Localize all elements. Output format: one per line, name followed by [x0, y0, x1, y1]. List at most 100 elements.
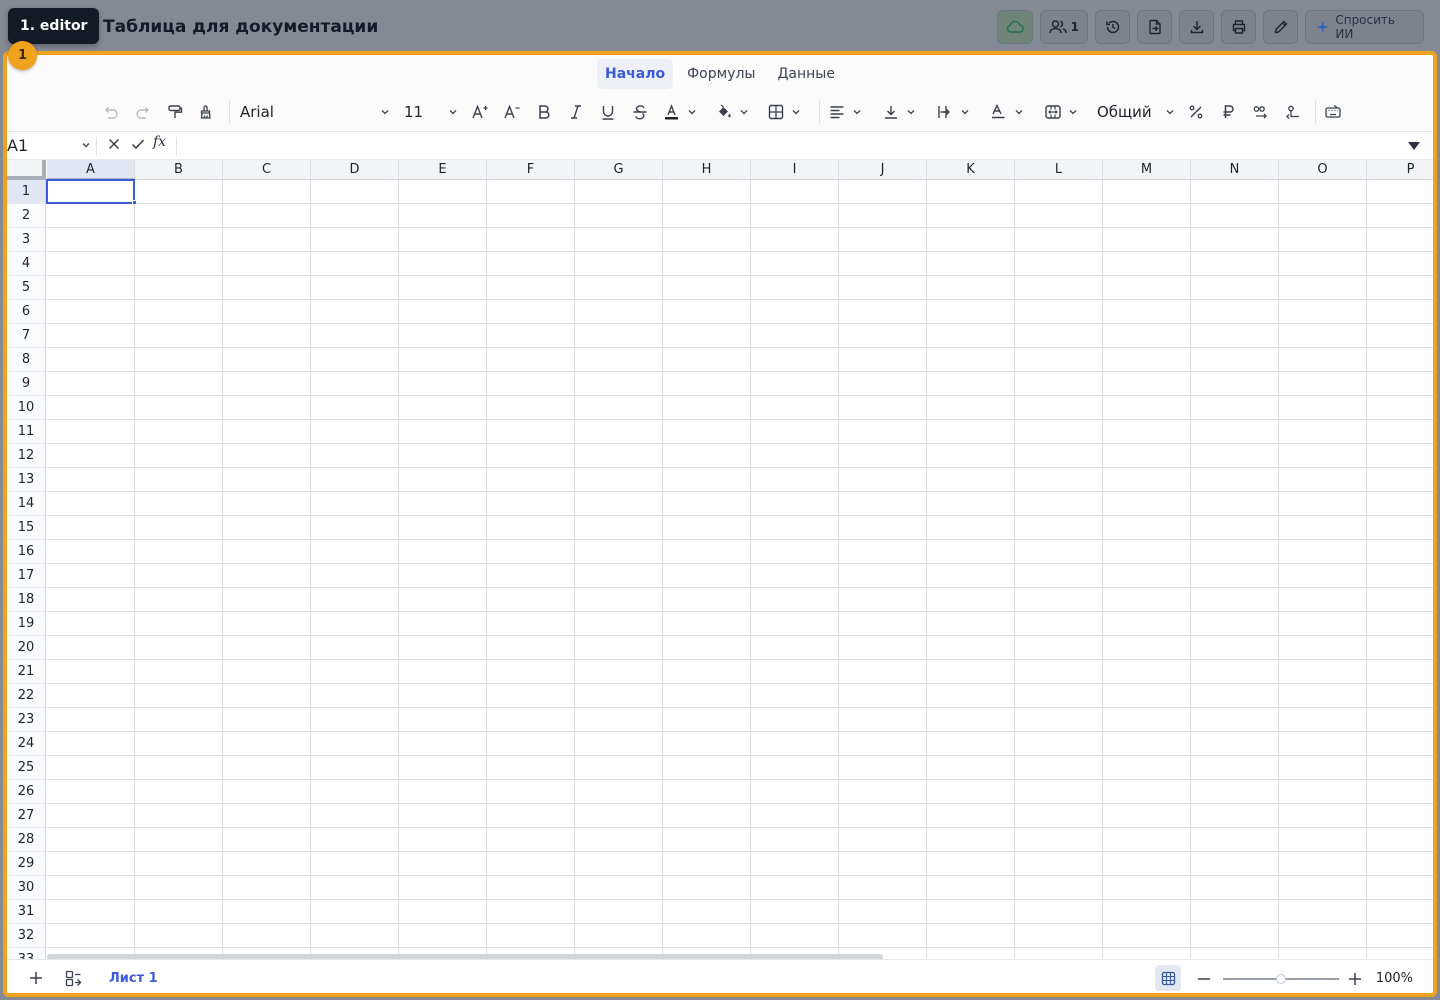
- column-header[interactable]: G: [575, 160, 663, 180]
- row-header[interactable]: 11: [7, 420, 46, 444]
- row-header[interactable]: 17: [7, 564, 46, 588]
- export-button[interactable]: [1137, 10, 1172, 44]
- keyboard-shortcuts-button[interactable]: [1324, 100, 1342, 124]
- function-icon[interactable]: fx: [153, 134, 166, 150]
- font-size-select[interactable]: 11: [404, 100, 458, 124]
- zoom-slider-thumb[interactable]: [1276, 974, 1286, 984]
- increase-decimal-button[interactable]: [1252, 100, 1270, 124]
- row-header[interactable]: 29: [7, 852, 46, 876]
- zoom-in-icon[interactable]: [1348, 972, 1362, 986]
- tab-data[interactable]: Данные: [769, 59, 843, 89]
- row-header[interactable]: 5: [7, 276, 46, 300]
- cell-area[interactable]: [47, 180, 1433, 959]
- confirm-formula-icon[interactable]: [131, 137, 145, 151]
- column-header[interactable]: O: [1279, 160, 1367, 180]
- print-button[interactable]: [1221, 10, 1256, 44]
- horizontal-align-button[interactable]: [828, 100, 862, 124]
- text-rotation-button[interactable]: [990, 100, 1024, 124]
- download-button[interactable]: [1179, 10, 1214, 44]
- ask-ai-button[interactable]: Спросить ИИ: [1305, 10, 1424, 44]
- column-header[interactable]: H: [663, 160, 751, 180]
- row-header[interactable]: 22: [7, 684, 46, 708]
- row-header[interactable]: 8: [7, 348, 46, 372]
- number-format-select[interactable]: Общий: [1097, 100, 1175, 124]
- row-header[interactable]: 10: [7, 396, 46, 420]
- row-header[interactable]: 18: [7, 588, 46, 612]
- row-header[interactable]: 31: [7, 900, 46, 924]
- redo-button[interactable]: [134, 100, 152, 124]
- row-header[interactable]: 30: [7, 876, 46, 900]
- paint-format-button[interactable]: [166, 100, 184, 124]
- clear-format-button[interactable]: [198, 100, 216, 124]
- row-header[interactable]: 4: [7, 252, 46, 276]
- chevron-down-icon[interactable]: [81, 141, 91, 149]
- row-header[interactable]: 13: [7, 468, 46, 492]
- column-header[interactable]: E: [399, 160, 487, 180]
- row-header[interactable]: 23: [7, 708, 46, 732]
- zoom-out-icon[interactable]: [1197, 972, 1211, 986]
- strikethrough-button[interactable]: [631, 100, 649, 124]
- row-header[interactable]: 9: [7, 372, 46, 396]
- cancel-formula-icon[interactable]: [107, 137, 121, 151]
- row-header[interactable]: 19: [7, 612, 46, 636]
- text-wrap-button[interactable]: [936, 100, 970, 124]
- select-all-corner[interactable]: [7, 160, 46, 180]
- sheet-list-icon[interactable]: [65, 970, 82, 987]
- expand-formula-icon[interactable]: [1407, 141, 1421, 151]
- row-header[interactable]: 25: [7, 756, 46, 780]
- column-header[interactable]: M: [1103, 160, 1191, 180]
- bold-button[interactable]: [535, 100, 553, 124]
- borders-button[interactable]: [767, 100, 801, 124]
- column-header[interactable]: C: [223, 160, 311, 180]
- grid-view-button[interactable]: [1155, 965, 1181, 991]
- column-header[interactable]: L: [1015, 160, 1103, 180]
- cloud-sync-button[interactable]: [996, 10, 1033, 44]
- column-header[interactable]: D: [311, 160, 399, 180]
- font-family-select[interactable]: Arial: [240, 100, 390, 124]
- row-header[interactable]: 6: [7, 300, 46, 324]
- column-header[interactable]: N: [1191, 160, 1279, 180]
- row-header[interactable]: 7: [7, 324, 46, 348]
- fill-color-button[interactable]: [715, 100, 749, 124]
- row-header[interactable]: 16: [7, 540, 46, 564]
- decrease-font-button[interactable]: [503, 100, 521, 124]
- formula-input[interactable]: [183, 137, 1383, 155]
- text-color-button[interactable]: [663, 100, 697, 124]
- document-title[interactable]: Таблица для документации: [103, 14, 378, 40]
- undo-button[interactable]: [102, 100, 120, 124]
- column-header[interactable]: K: [927, 160, 1015, 180]
- spreadsheet-grid[interactable]: A B C D E F G H I J K L M N O P 1 2 3 4 5 6 7 8 9 10 11 12 13 14 15 16 1…: [7, 160, 1433, 959]
- row-header[interactable]: 32: [7, 924, 46, 948]
- edit-button[interactable]: [1263, 10, 1298, 44]
- row-header[interactable]: 33: [7, 948, 46, 959]
- row-header[interactable]: 21: [7, 660, 46, 684]
- add-sheet-icon[interactable]: [29, 971, 43, 985]
- row-header[interactable]: 20: [7, 636, 46, 660]
- column-header[interactable]: J: [839, 160, 927, 180]
- row-header[interactable]: 14: [7, 492, 46, 516]
- row-header[interactable]: 27: [7, 804, 46, 828]
- vertical-align-button[interactable]: [882, 100, 916, 124]
- row-header[interactable]: 12: [7, 444, 46, 468]
- italic-button[interactable]: [567, 100, 585, 124]
- column-header[interactable]: P: [1367, 160, 1433, 180]
- tab-home[interactable]: Начало: [597, 58, 674, 89]
- row-header[interactable]: 3: [7, 228, 46, 252]
- column-header[interactable]: A: [47, 160, 135, 180]
- increase-font-button[interactable]: [471, 100, 489, 124]
- row-header[interactable]: 2: [7, 204, 46, 228]
- sheet-tab[interactable]: Лист 1: [99, 965, 168, 993]
- tab-formulas[interactable]: Формулы: [679, 59, 763, 89]
- row-header[interactable]: 28: [7, 828, 46, 852]
- fill-handle[interactable]: [132, 200, 137, 205]
- active-cell-a1[interactable]: [46, 179, 135, 204]
- row-header[interactable]: 26: [7, 780, 46, 804]
- underline-button[interactable]: [599, 100, 617, 124]
- currency-format-button[interactable]: [1219, 100, 1237, 124]
- merge-cells-button[interactable]: [1044, 100, 1078, 124]
- collaborators-button[interactable]: 1: [1039, 10, 1088, 44]
- column-header[interactable]: I: [751, 160, 839, 180]
- row-header[interactable]: 1: [7, 180, 46, 204]
- history-button[interactable]: [1095, 10, 1130, 44]
- column-header[interactable]: F: [487, 160, 575, 180]
